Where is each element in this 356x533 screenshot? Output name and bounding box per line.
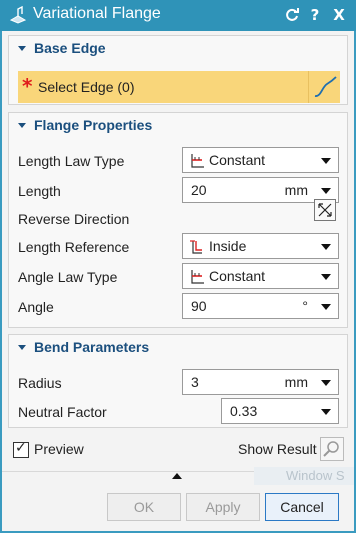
- variational-flange-dialog: Variational Flange ? X Base Edge * Selec…: [0, 0, 356, 533]
- angle-label: Angle: [18, 299, 54, 315]
- length-reference-value: Inside: [209, 238, 247, 254]
- angle-law-type-label: Angle Law Type: [18, 269, 118, 285]
- base-edge-group: Base Edge * Select Edge (0): [8, 35, 348, 105]
- flange-properties-header[interactable]: Flange Properties: [9, 113, 347, 139]
- dropdown-arrow-icon[interactable]: [321, 244, 331, 250]
- select-edge-label: Select Edge (0): [38, 79, 135, 95]
- curve-select-button[interactable]: [308, 71, 340, 103]
- magnifier-icon: [323, 441, 339, 457]
- preview-label[interactable]: Preview: [34, 441, 84, 457]
- dialog-body: Base Edge * Select Edge (0) Flange Prope…: [2, 31, 354, 531]
- apply-button[interactable]: Apply: [186, 493, 260, 521]
- length-law-type-label: Length Law Type: [18, 153, 125, 169]
- preview-checkbox[interactable]: ✓: [13, 440, 29, 458]
- help-icon[interactable]: ?: [306, 5, 324, 25]
- neutral-factor-value: 0.33: [230, 403, 258, 419]
- show-result-button[interactable]: [320, 437, 344, 461]
- base-edge-header[interactable]: Base Edge: [9, 36, 347, 62]
- radius-unit: mm: [284, 374, 308, 390]
- ok-button[interactable]: OK: [107, 493, 181, 521]
- dropdown-arrow-icon[interactable]: [321, 274, 331, 280]
- length-law-type-value: Constant: [209, 152, 266, 168]
- curve-icon: [314, 76, 337, 97]
- show-result-label: Show Result: [238, 441, 317, 457]
- radius-value: 3: [191, 374, 199, 390]
- dropdown-arrow-icon[interactable]: [321, 158, 331, 164]
- length-reference-select[interactable]: Inside: [182, 233, 339, 259]
- flange-properties-title: Flange Properties: [34, 117, 153, 133]
- dropdown-arrow-icon[interactable]: [321, 304, 331, 310]
- dropdown-arrow-icon[interactable]: [321, 380, 331, 386]
- bend-parameters-title: Bend Parameters: [34, 339, 150, 355]
- flange-icon: [9, 6, 27, 24]
- length-reference-label: Length Reference: [18, 239, 130, 255]
- background-window-hint: Window S: [254, 467, 354, 485]
- bend-parameters-header[interactable]: Bend Parameters: [9, 335, 347, 361]
- radius-label: Radius: [18, 375, 62, 391]
- flange-properties-group: Flange Properties Length Law Type Consta…: [8, 112, 348, 328]
- dialog-title: Variational Flange: [33, 5, 161, 22]
- length-label: Length: [18, 183, 61, 199]
- collapse-triangle-icon[interactable]: [18, 123, 26, 128]
- angle-value: 90: [191, 298, 207, 314]
- length-law-type-select[interactable]: Constant: [182, 147, 339, 173]
- reverse-direction-button[interactable]: [314, 199, 336, 221]
- base-edge-title: Base Edge: [34, 40, 106, 56]
- dialog-footer: ✓ Preview Show Result Window S OK Apply …: [2, 431, 354, 531]
- reset-icon[interactable]: [283, 5, 301, 25]
- checkmark-icon: ✓: [15, 440, 27, 456]
- length-unit: mm: [284, 182, 308, 198]
- close-icon[interactable]: X: [330, 5, 348, 25]
- neutral-factor-label: Neutral Factor: [18, 404, 107, 420]
- collapse-up-icon[interactable]: [172, 473, 182, 479]
- angle-law-type-value: Constant: [209, 268, 266, 284]
- required-star-icon: *: [22, 74, 33, 98]
- collapse-triangle-icon[interactable]: [18, 46, 26, 51]
- reverse-direction-label: Reverse Direction: [18, 211, 130, 227]
- neutral-factor-input[interactable]: 0.33: [221, 398, 339, 424]
- angle-law-type-select[interactable]: Constant: [182, 263, 339, 289]
- law-constant-icon: [191, 270, 204, 284]
- reverse-direction-icon: [318, 203, 332, 217]
- radius-input[interactable]: 3 mm: [182, 369, 339, 395]
- angle-unit: °: [302, 298, 308, 314]
- bend-parameters-group: Bend Parameters Radius 3 mm Neutral Fact…: [8, 334, 348, 428]
- dropdown-arrow-icon[interactable]: [321, 188, 331, 194]
- title-bar[interactable]: Variational Flange ? X: [0, 0, 356, 31]
- collapse-triangle-icon[interactable]: [18, 345, 26, 350]
- select-edge-row[interactable]: * Select Edge (0): [18, 71, 340, 103]
- dropdown-arrow-icon[interactable]: [321, 409, 331, 415]
- cancel-button[interactable]: Cancel: [265, 493, 339, 521]
- length-value: 20: [191, 182, 207, 198]
- law-constant-icon: [191, 154, 204, 168]
- inside-reference-icon: [190, 240, 202, 254]
- angle-input[interactable]: 90 °: [182, 293, 339, 319]
